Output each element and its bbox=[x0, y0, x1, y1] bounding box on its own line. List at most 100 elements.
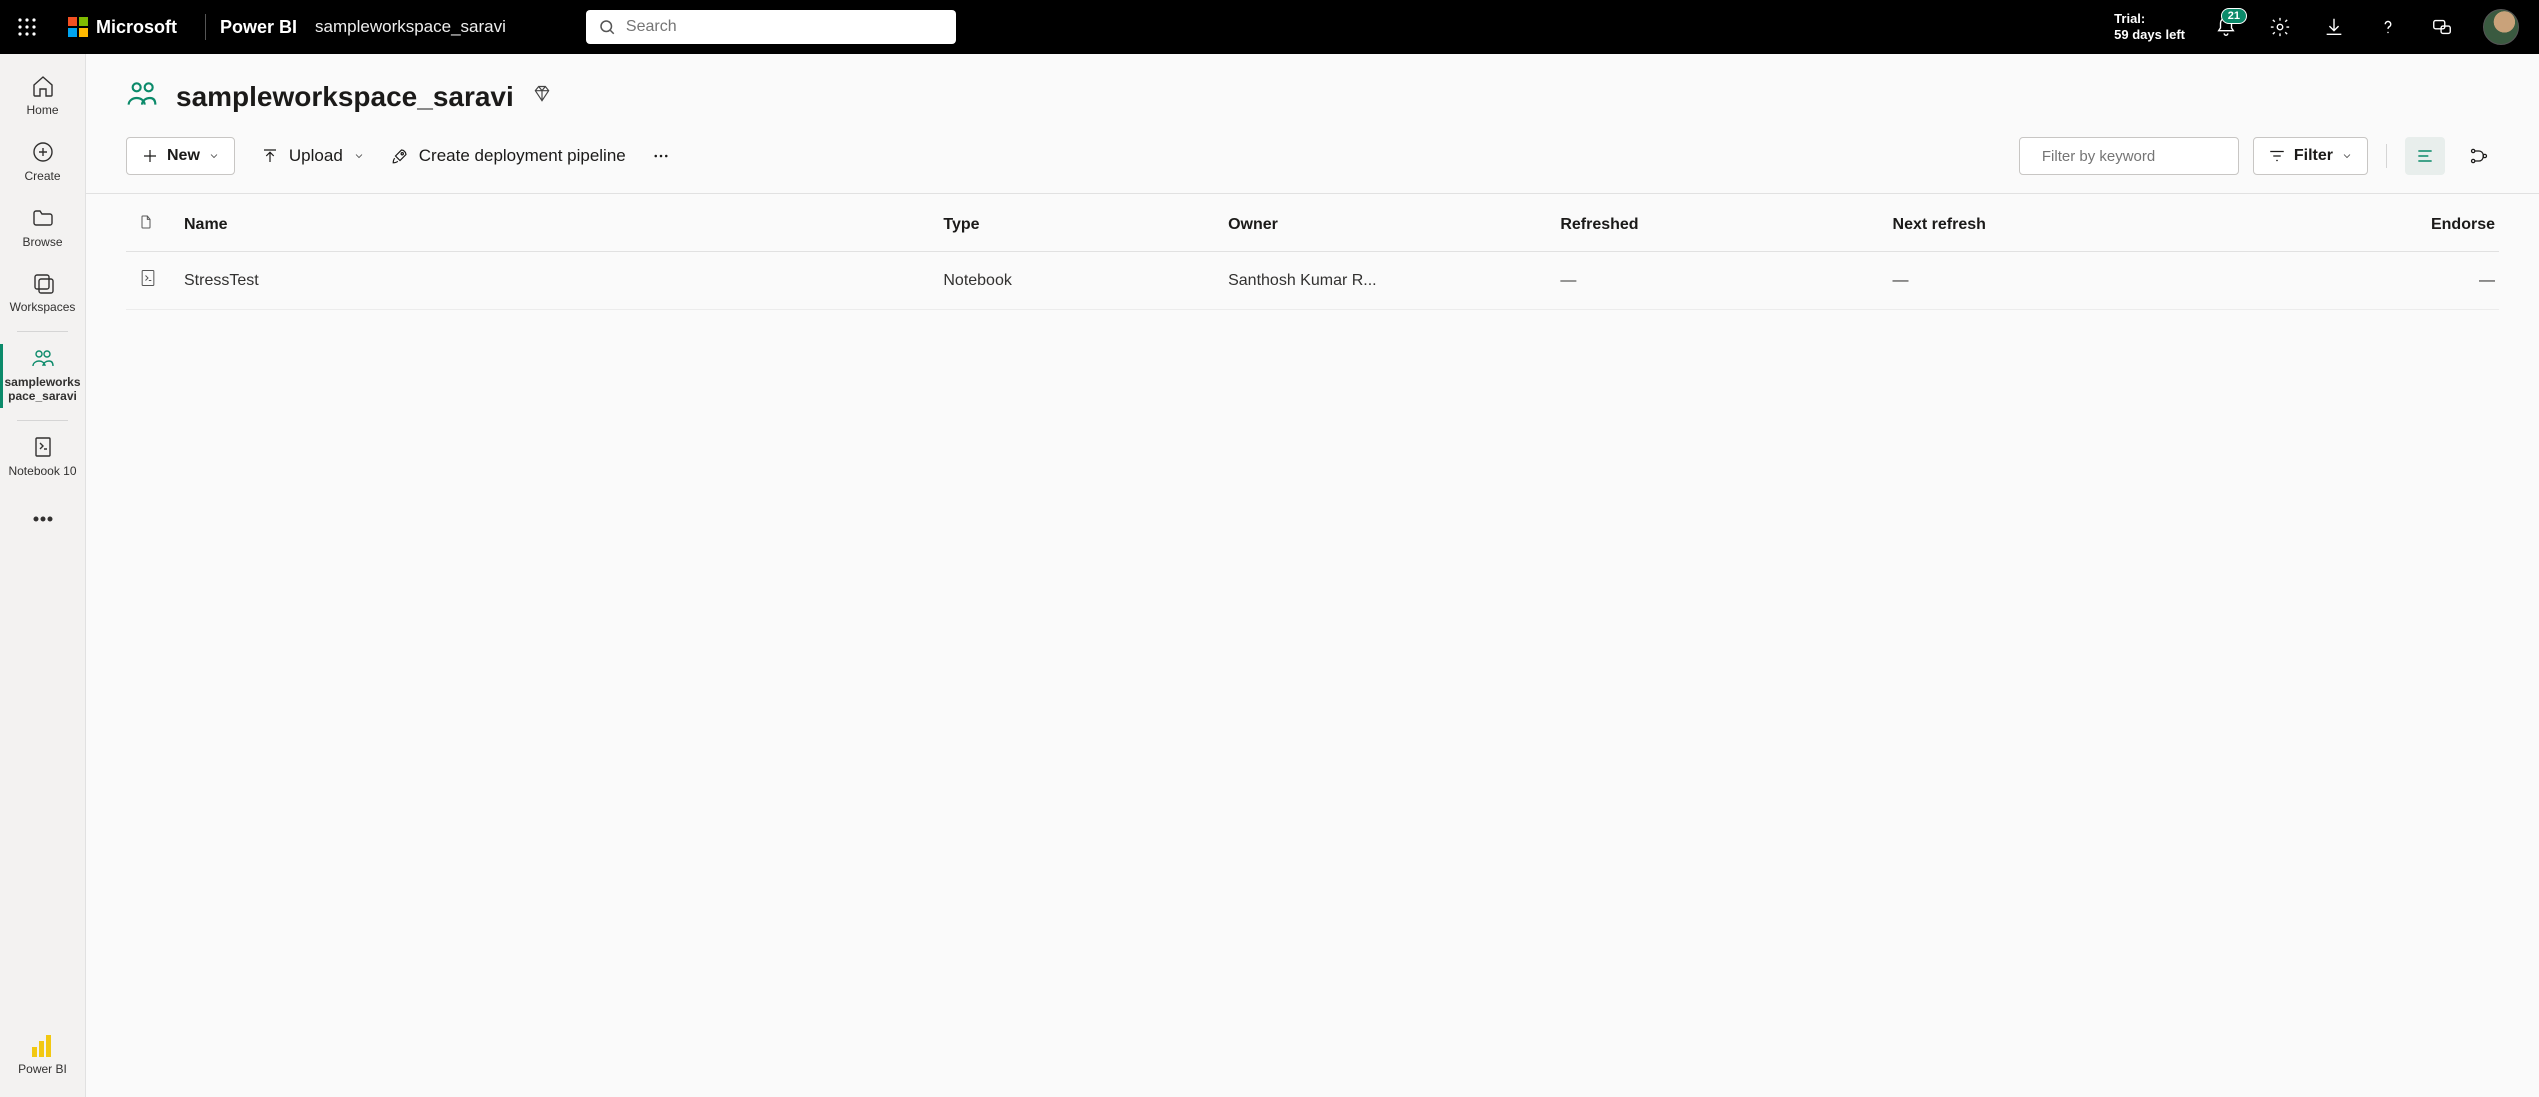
new-button[interactable]: New bbox=[126, 137, 235, 175]
row-type-icon-cell bbox=[126, 252, 172, 310]
rail-label-create: Create bbox=[24, 170, 60, 184]
create-deployment-pipeline-button[interactable]: Create deployment pipeline bbox=[391, 146, 626, 166]
col-owner[interactable]: Owner bbox=[1216, 194, 1548, 252]
feedback-icon bbox=[2431, 16, 2453, 38]
top-nav-bar: Microsoft Power BI sampleworkspace_sarav… bbox=[0, 0, 2539, 54]
microsoft-logo-icon bbox=[68, 17, 88, 37]
premium-diamond-icon[interactable] bbox=[532, 84, 552, 109]
left-nav-rail: Home Create Browse Workspaces samplework… bbox=[0, 54, 86, 1097]
content-table-wrap: Name Type Owner Refreshed Next refresh E… bbox=[86, 194, 2539, 310]
home-icon bbox=[31, 74, 55, 98]
filter-keyword-input[interactable] bbox=[2042, 148, 2241, 165]
plus-icon bbox=[141, 147, 159, 165]
col-endorse[interactable]: Endorse bbox=[2213, 194, 2499, 252]
list-view-icon bbox=[2415, 146, 2435, 166]
topbar-left: Microsoft Power BI sampleworkspace_sarav… bbox=[0, 0, 506, 54]
more-options-button[interactable] bbox=[652, 147, 670, 165]
search-icon bbox=[598, 18, 616, 36]
download-icon bbox=[2323, 16, 2345, 38]
trial-line2: 59 days left bbox=[2114, 27, 2185, 43]
new-button-label: New bbox=[167, 147, 200, 165]
col-type[interactable]: Type bbox=[931, 194, 1216, 252]
rail-item-create[interactable]: Create bbox=[0, 130, 85, 196]
people-icon bbox=[31, 346, 55, 370]
workspaces-icon bbox=[31, 271, 55, 295]
rocket-icon bbox=[391, 147, 409, 165]
rail-label-notebook: Notebook 10 bbox=[8, 465, 76, 479]
more-horizontal-icon bbox=[652, 147, 670, 165]
chevron-down-icon bbox=[2341, 150, 2353, 162]
more-horizontal-icon bbox=[31, 507, 55, 531]
feedback-button[interactable] bbox=[2429, 14, 2455, 40]
download-button[interactable] bbox=[2321, 14, 2347, 40]
upload-label: Upload bbox=[289, 146, 343, 166]
divider bbox=[2386, 144, 2387, 168]
microsoft-brand-text: Microsoft bbox=[96, 17, 177, 38]
waffle-icon bbox=[18, 18, 36, 36]
rail-item-current-workspace[interactable]: sampleworkspace_saravi bbox=[0, 336, 85, 416]
settings-button[interactable] bbox=[2267, 14, 2293, 40]
col-name[interactable]: Name bbox=[172, 194, 931, 252]
rail-item-home[interactable]: Home bbox=[0, 64, 85, 130]
table-header-row: Name Type Owner Refreshed Next refresh E… bbox=[126, 194, 2499, 252]
global-search-wrap bbox=[586, 10, 956, 44]
app-name[interactable]: Power BI bbox=[220, 17, 297, 38]
chevron-down-icon bbox=[208, 150, 220, 162]
microsoft-brand[interactable]: Microsoft bbox=[54, 0, 191, 54]
help-button[interactable] bbox=[2375, 14, 2401, 40]
shell: Home Create Browse Workspaces samplework… bbox=[0, 54, 2539, 1097]
rail-label-workspaces: Workspaces bbox=[10, 301, 76, 315]
list-view-toggle[interactable] bbox=[2405, 137, 2445, 175]
rail-item-browse[interactable]: Browse bbox=[0, 196, 85, 262]
workspace-toolbar: New Upload Create deployment pipeline bbox=[86, 127, 2539, 194]
rail-label-home: Home bbox=[26, 104, 58, 118]
global-search-input[interactable] bbox=[626, 18, 944, 36]
breadcrumb-workspace[interactable]: sampleworkspace_saravi bbox=[315, 17, 506, 37]
trial-line1: Trial: bbox=[2114, 11, 2185, 27]
deploy-label: Create deployment pipeline bbox=[419, 146, 626, 166]
filter-keyword-box[interactable] bbox=[2019, 137, 2239, 175]
chevron-down-icon bbox=[353, 150, 365, 162]
folder-icon bbox=[31, 206, 55, 230]
rail-item-notebook[interactable]: Notebook 10 bbox=[0, 425, 85, 491]
divider bbox=[205, 14, 206, 40]
filter-button[interactable]: Filter bbox=[2253, 137, 2368, 175]
rail-separator bbox=[17, 420, 68, 421]
table-row[interactable]: StressTest Notebook Santhosh Kumar R... … bbox=[126, 252, 2499, 310]
notebook-icon bbox=[31, 435, 55, 459]
upload-icon bbox=[261, 147, 279, 165]
row-name: StressTest bbox=[172, 252, 931, 310]
powerbi-logo-icon bbox=[32, 1035, 54, 1057]
col-type-icon[interactable] bbox=[126, 194, 172, 252]
col-refreshed[interactable]: Refreshed bbox=[1548, 194, 1880, 252]
workspace-main: sampleworkspace_saravi New Upload Create… bbox=[86, 54, 2539, 1097]
topbar-right: Trial: 59 days left 21 bbox=[2114, 9, 2519, 45]
rail-item-powerbi[interactable]: Power BI bbox=[0, 1025, 85, 1089]
notification-badge: 21 bbox=[2221, 8, 2247, 24]
app-launcher-button[interactable] bbox=[0, 0, 54, 54]
toolbar-right: Filter bbox=[2019, 137, 2499, 175]
row-refreshed: — bbox=[1548, 252, 1880, 310]
rail-item-more[interactable] bbox=[0, 497, 85, 543]
lineage-view-toggle[interactable] bbox=[2459, 137, 2499, 175]
filter-button-label: Filter bbox=[2294, 147, 2333, 165]
col-next-refresh[interactable]: Next refresh bbox=[1881, 194, 2213, 252]
row-type: Notebook bbox=[931, 252, 1216, 310]
lineage-icon bbox=[2469, 146, 2489, 166]
rail-separator bbox=[17, 331, 68, 332]
trial-status[interactable]: Trial: 59 days left bbox=[2114, 11, 2185, 44]
help-icon bbox=[2377, 16, 2399, 38]
rail-item-workspaces[interactable]: Workspaces bbox=[0, 261, 85, 327]
plus-circle-icon bbox=[31, 140, 55, 164]
account-avatar[interactable] bbox=[2483, 9, 2519, 45]
global-search[interactable] bbox=[586, 10, 956, 44]
upload-button[interactable]: Upload bbox=[261, 146, 365, 166]
notebook-row-icon bbox=[138, 268, 158, 288]
page-title: sampleworkspace_saravi bbox=[176, 81, 514, 113]
rail-label-powerbi: Power BI bbox=[18, 1063, 67, 1077]
rail-label-current-workspace: sampleworkspace_saravi bbox=[4, 376, 81, 404]
content-table: Name Type Owner Refreshed Next refresh E… bbox=[126, 194, 2499, 310]
row-endorse: — bbox=[2213, 252, 2499, 310]
gear-icon bbox=[2269, 16, 2291, 38]
notifications-button[interactable]: 21 bbox=[2213, 14, 2239, 40]
